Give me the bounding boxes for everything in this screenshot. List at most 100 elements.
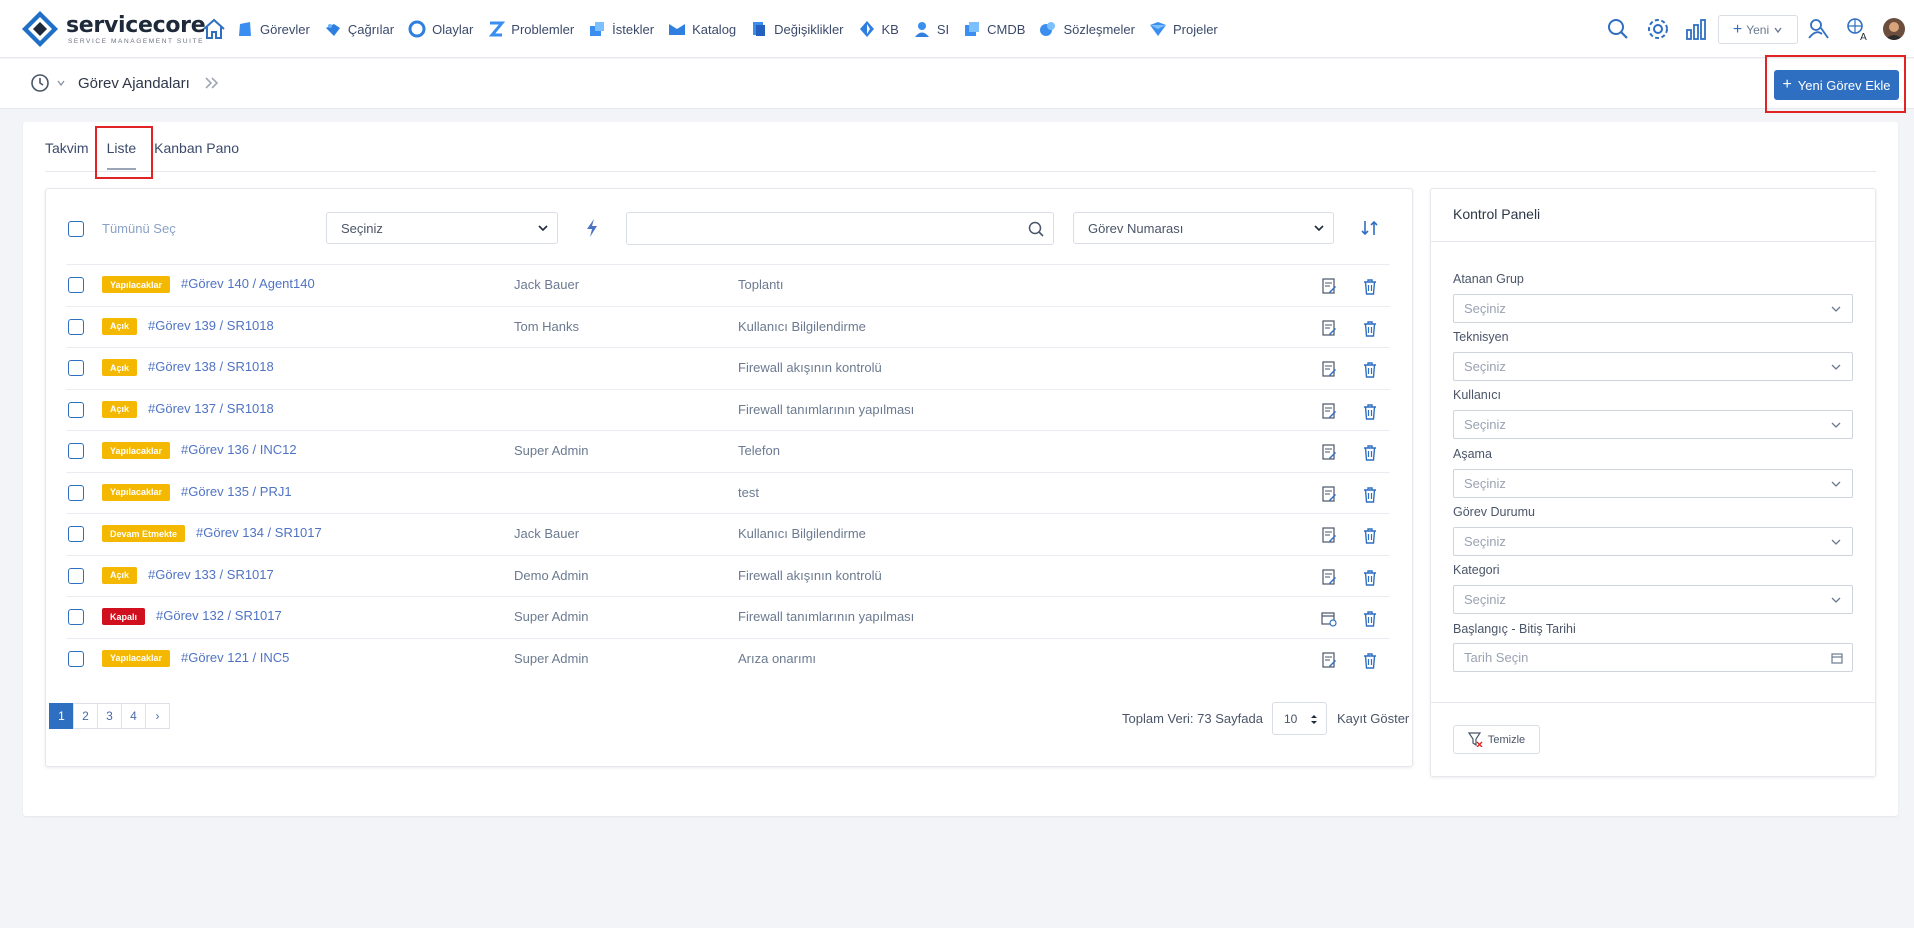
task-link[interactable]: #Görev 135 / PRJ1 (181, 484, 292, 499)
sort-order-icon[interactable] (1360, 219, 1380, 237)
lightning-icon[interactable] (584, 218, 600, 238)
gear-icon[interactable] (1645, 16, 1671, 42)
trash-icon[interactable] (1362, 320, 1378, 337)
page-1-button[interactable]: 1 (49, 703, 74, 729)
task-link[interactable]: #Görev 132 / SR1017 (156, 608, 282, 623)
calendar-refresh-icon[interactable] (1321, 610, 1337, 627)
nav-item-kb[interactable]: KB (858, 20, 899, 38)
table-row[interactable]: Yapılacaklar #Görev 135 / PRJ1 test (66, 471, 1390, 513)
home-icon[interactable] (202, 18, 226, 40)
edit-doc-icon[interactable] (1321, 361, 1337, 378)
trash-icon[interactable] (1362, 403, 1378, 420)
user-avatar[interactable] (1883, 18, 1905, 40)
chevron-down-icon[interactable] (56, 78, 66, 88)
trash-icon[interactable] (1362, 652, 1378, 669)
row-checkbox[interactable] (68, 443, 84, 459)
trash-icon[interactable] (1362, 527, 1378, 544)
next-page-button[interactable]: › (145, 703, 170, 729)
nav-item-projeler[interactable]: Projeler (1149, 20, 1218, 38)
row-checkbox[interactable] (68, 318, 84, 335)
table-row[interactable]: Yapılacaklar #Görev 140 / Agent140 Jack Ba… (66, 264, 1390, 305)
nav-item-degisiklikler[interactable]: Değişiklikler (750, 20, 844, 38)
trash-icon[interactable] (1362, 278, 1378, 295)
edit-doc-icon[interactable] (1321, 444, 1337, 461)
nav-item-olaylar[interactable]: Olaylar (408, 20, 473, 38)
nav-item-cagrilar[interactable]: Çağrılar (324, 20, 394, 38)
select-all-checkbox[interactable] (68, 221, 84, 237)
nav-item-katalog[interactable]: Katalog (668, 20, 736, 38)
nav-item-gorevler[interactable]: Görevler (236, 20, 310, 38)
tab-takvim[interactable]: Takvim (45, 140, 89, 170)
page-4-button[interactable]: 4 (121, 703, 146, 729)
calendar-icon[interactable] (1831, 652, 1843, 664)
field-select[interactable]: Seçiniz (1453, 294, 1853, 323)
search-input[interactable] (626, 212, 1054, 245)
brand-logo[interactable]: servicecore SERVICE MANAGEMENT SUITE (22, 11, 206, 47)
field-select[interactable]: Seçiniz (1453, 526, 1853, 556)
task-link[interactable]: #Görev 139 / SR1018 (148, 318, 274, 333)
table-row[interactable]: Kapalı #Görev 132 / SR1017 Super Admin Fire… (66, 596, 1390, 637)
task-link[interactable]: #Görev 136 / INC12 (181, 442, 297, 457)
task-link[interactable]: #Görev 121 / INC5 (181, 650, 289, 665)
task-link[interactable]: #Görev 133 / SR1017 (148, 567, 274, 582)
reports-icon[interactable] (1684, 16, 1710, 42)
edit-doc-icon[interactable] (1321, 278, 1337, 295)
page-3-button[interactable]: 3 (97, 703, 122, 729)
row-checkbox[interactable] (68, 277, 84, 293)
edit-doc-icon[interactable] (1321, 485, 1337, 503)
table-row[interactable]: Açık #Görev 137 / SR1018 Firewall tanımlar… (66, 388, 1390, 430)
row-checkbox[interactable] (68, 526, 84, 542)
trash-icon[interactable] (1362, 361, 1378, 378)
edit-doc-icon[interactable] (1321, 402, 1337, 420)
row-checkbox[interactable] (68, 484, 84, 501)
trash-icon[interactable] (1362, 486, 1378, 503)
row-checkbox[interactable] (68, 609, 84, 625)
search-icon[interactable] (1605, 16, 1631, 42)
sort-select[interactable]: Görev Numarası (1073, 212, 1334, 244)
edit-doc-icon[interactable] (1321, 527, 1337, 544)
trash-icon[interactable] (1362, 444, 1378, 461)
table-row[interactable]: Yapılacaklar #Görev 121 / INC5 Super Admin… (66, 637, 1390, 679)
row-checkbox[interactable] (68, 401, 84, 418)
field-select[interactable]: Seçiniz (1453, 352, 1853, 382)
user-search-icon[interactable] (1806, 16, 1832, 42)
search-icon[interactable] (1027, 220, 1045, 238)
table-row[interactable]: Devam Etmekte #Görev 134 / SR1017 Jack Bau… (66, 513, 1390, 554)
table-row[interactable]: Açık #Görev 138 / SR1018 Firewall akışının… (66, 347, 1390, 388)
new-dropdown-button[interactable]: + Yeni (1718, 15, 1798, 44)
field-select[interactable]: Seçiniz (1453, 468, 1853, 498)
edit-doc-icon[interactable] (1321, 568, 1337, 586)
table-row[interactable]: Yapılacaklar #Görev 136 / INC12 Super Admi… (66, 430, 1390, 471)
nav-item-istekler[interactable]: İstekler (588, 20, 654, 38)
task-link[interactable]: #Görev 140 / Agent140 (181, 276, 315, 291)
chevron-down-icon (1831, 306, 1841, 312)
per-page-select[interactable]: 10 (1272, 702, 1327, 735)
task-link[interactable]: #Görev 134 / SR1017 (196, 525, 322, 540)
edit-doc-icon[interactable] (1321, 651, 1337, 669)
nav-item-si[interactable]: SI (913, 20, 949, 38)
clear-filters-button[interactable]: Temizle (1453, 725, 1540, 754)
tasks-icon (239, 22, 251, 36)
page-2-button[interactable]: 2 (73, 703, 98, 729)
task-link[interactable]: #Görev 138 / SR1018 (148, 359, 274, 374)
clock-icon[interactable] (30, 73, 50, 93)
table-row[interactable]: Açık #Görev 139 / SR1018 Tom Hanks Kullanıc… (66, 305, 1390, 347)
select-all-label[interactable]: Tümünü Seç (102, 221, 176, 236)
nav-item-problemler[interactable]: Problemler (487, 20, 574, 38)
filter-select[interactable]: Seçiniz (326, 212, 558, 244)
tab-kanban-pano[interactable]: Kanban Pano (154, 140, 239, 170)
task-link[interactable]: #Görev 137 / SR1018 (148, 401, 274, 416)
field-select[interactable]: Seçiniz (1453, 585, 1853, 614)
row-checkbox[interactable] (68, 567, 84, 584)
date-range-input[interactable]: Tarih Seçin (1453, 643, 1853, 672)
row-checkbox[interactable] (68, 650, 84, 667)
field-select[interactable]: Seçiniz (1453, 410, 1853, 440)
edit-doc-icon[interactable] (1321, 319, 1337, 337)
row-checkbox[interactable] (68, 360, 84, 376)
trash-icon[interactable] (1362, 610, 1378, 627)
table-row[interactable]: Açık #Görev 133 / SR1017 Demo Admin Firewal… (66, 554, 1390, 596)
nav-item-cmdb[interactable]: CMDB (963, 20, 1025, 38)
trash-icon[interactable] (1362, 569, 1378, 586)
nav-item-sozlesmeler[interactable]: Sözleşmeler (1039, 20, 1135, 38)
language-icon[interactable]: A (1845, 16, 1871, 42)
